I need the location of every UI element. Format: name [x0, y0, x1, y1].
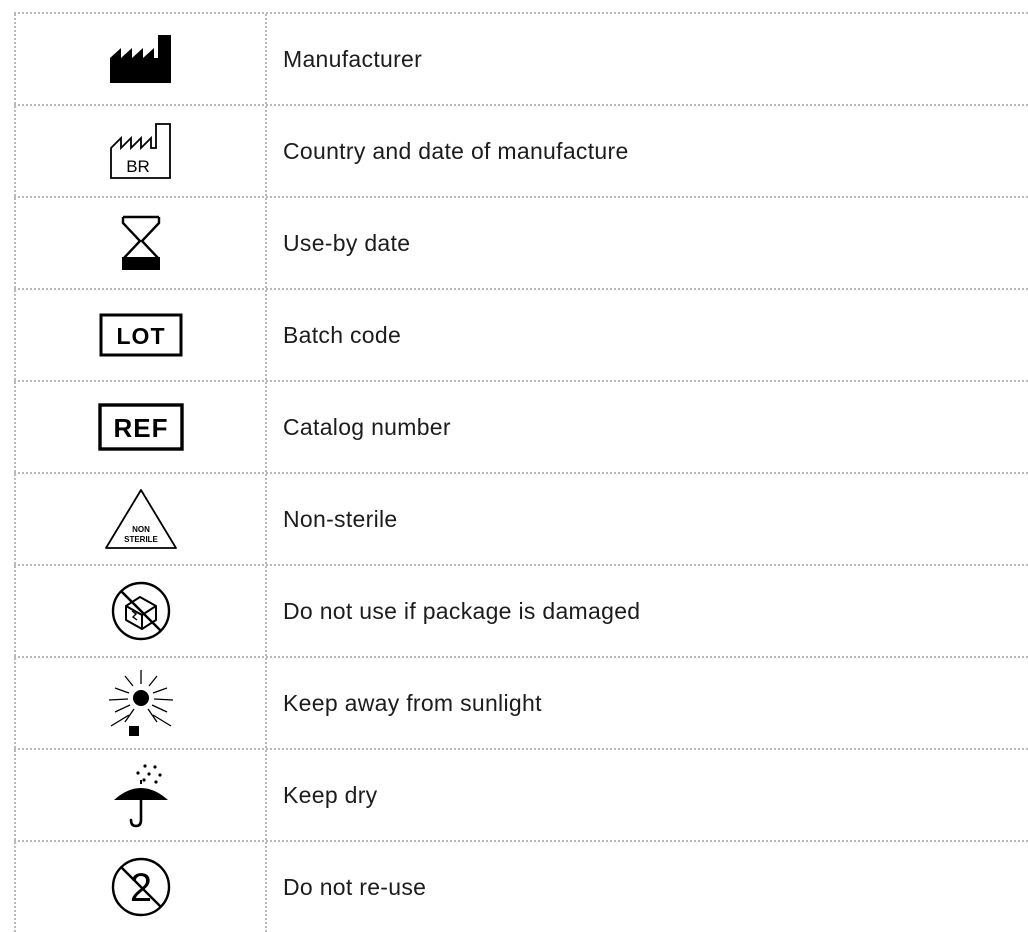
symbol-cell	[14, 750, 267, 840]
table-row: REF Catalog number	[14, 382, 1028, 474]
table-row: BR Country and date of manufacture	[14, 106, 1028, 198]
table-row: LOT Batch code	[14, 290, 1028, 382]
table-row: Do not use if package is damaged	[14, 566, 1028, 658]
manufacturer-icon	[109, 35, 171, 83]
hourglass-icon	[121, 215, 160, 270]
symbol-label: Do not re-use	[283, 873, 427, 900]
sunlight-icon	[108, 670, 173, 736]
non-text: NON	[132, 525, 150, 534]
single-use-icon: 2	[111, 857, 170, 917]
ref-icon: REF	[97, 403, 184, 451]
symbol-cell	[14, 658, 267, 748]
non-sterile-icon: NON STERILE	[104, 489, 177, 549]
symbol-cell	[14, 566, 267, 656]
damaged-package-icon	[111, 581, 170, 641]
symbol-cell: NON STERILE	[14, 474, 267, 564]
symbol-cell	[14, 14, 267, 104]
sterile-text: STERILE	[124, 535, 158, 544]
symbol-label: Country and date of manufacture	[283, 137, 629, 164]
symbol-label: Catalog number	[283, 413, 451, 440]
symbol-label: Batch code	[283, 321, 402, 348]
umbrella-icon	[113, 764, 168, 828]
country-code-text: BR	[126, 157, 150, 176]
table-row: Keep away from sunlight	[14, 658, 1028, 750]
symbol-label: Keep dry	[283, 781, 378, 808]
lot-text: LOT	[116, 323, 165, 349]
ref-text: REF	[113, 413, 168, 443]
country-date-manufacture-icon: BR	[109, 123, 171, 179]
table-row: Keep dry	[14, 750, 1028, 842]
symbol-cell: BR	[14, 106, 267, 196]
symbol-label: Use-by date	[283, 229, 411, 256]
table-row: Manufacturer	[14, 14, 1028, 106]
lot-icon: LOT	[99, 313, 182, 357]
symbol-cell: REF	[14, 382, 267, 472]
symbol-label: Do not use if package is damaged	[283, 597, 641, 624]
symbol-cell: 2	[14, 842, 267, 932]
symbol-label: Keep away from sunlight	[283, 689, 542, 716]
symbol-label: Manufacturer	[283, 45, 423, 72]
symbol-label: Non-sterile	[283, 505, 398, 532]
symbol-cell: LOT	[14, 290, 267, 380]
table-row: Use-by date	[14, 198, 1028, 290]
table-row: NON STERILE Non-sterile	[14, 474, 1028, 566]
symbol-cell	[14, 198, 267, 288]
symbol-table: Manufacturer BR Country and date of manu…	[14, 12, 1028, 932]
table-row: 2 Do not re-use	[14, 842, 1028, 932]
